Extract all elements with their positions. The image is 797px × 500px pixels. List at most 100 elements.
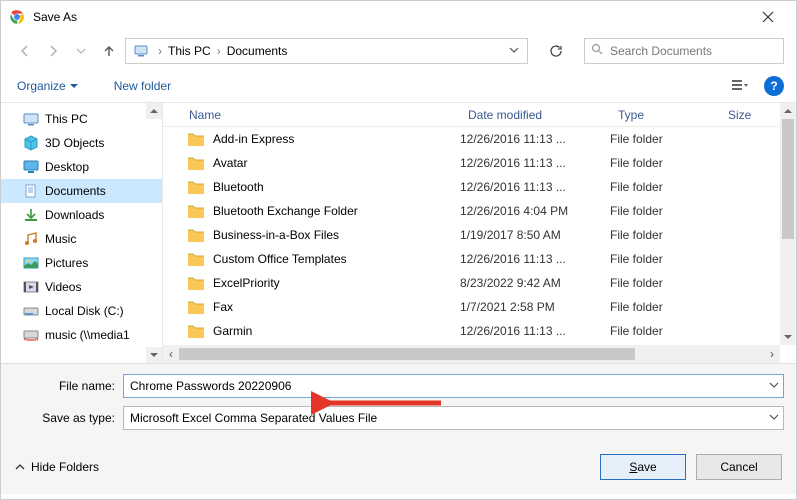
tree-item[interactable]: This PC <box>1 107 162 131</box>
column-type[interactable]: Type <box>610 108 720 122</box>
file-date: 1/7/2021 2:58 PM <box>460 300 610 314</box>
tree-item-label: Documents <box>45 184 106 198</box>
tree-scroll-down[interactable] <box>146 347 162 363</box>
breadcrumb-documents[interactable]: Documents <box>225 44 290 58</box>
file-date: 12/26/2016 4:04 PM <box>460 204 610 218</box>
file-date: 1/19/2017 8:50 AM <box>460 228 610 242</box>
filename-field[interactable] <box>130 379 777 393</box>
file-type: File folder <box>610 252 720 266</box>
main-area: This PC 3D Objects Desktop Documents Downloa… <box>1 103 796 363</box>
scroll-up-icon[interactable] <box>780 103 796 119</box>
tree-item[interactable]: 3D Objects <box>1 131 162 155</box>
folder-icon <box>187 130 205 148</box>
saveastype-value: Microsoft Excel Comma Separated Values F… <box>130 411 377 425</box>
file-row[interactable]: ExcelPriority8/23/2022 9:42 AMFile folde… <box>163 271 796 295</box>
hide-folders-button[interactable]: Hide Folders <box>15 460 99 474</box>
file-row[interactable]: Fax1/7/2021 2:58 PMFile folder <box>163 295 796 319</box>
tree-item[interactable]: Local Disk (C:) <box>1 299 162 323</box>
organize-button[interactable]: Organize <box>13 75 82 97</box>
save-button[interactable]: Save <box>600 454 686 480</box>
tree-item[interactable]: Pictures <box>1 251 162 275</box>
column-name[interactable]: Name <box>163 108 460 122</box>
help-button[interactable]: ? <box>764 76 784 96</box>
tree-item[interactable]: Documents <box>1 179 162 203</box>
downloads-icon <box>23 207 39 223</box>
saveastype-label: Save as type: <box>13 411 123 425</box>
pictures-icon <box>23 255 39 271</box>
file-row[interactable]: Business-in-a-Box Files1/19/2017 8:50 AM… <box>163 223 796 247</box>
tree-item-label: Videos <box>45 280 81 294</box>
up-button[interactable] <box>97 39 121 63</box>
horizontal-scrollbar[interactable]: ‹ › <box>163 345 780 363</box>
search-placeholder: Search Documents <box>610 44 712 58</box>
file-row[interactable]: Bluetooth Exchange Folder12/26/2016 4:04… <box>163 199 796 223</box>
file-date: 12/26/2016 11:13 ... <box>460 180 610 194</box>
scroll-right-icon[interactable]: › <box>764 347 780 361</box>
address-bar[interactable]: › This PC › Documents <box>125 38 528 64</box>
tree-scroll-up[interactable] <box>146 103 162 119</box>
chrome-icon <box>9 9 25 25</box>
pc-icon <box>132 42 150 60</box>
scroll-down-icon[interactable] <box>780 329 796 345</box>
filename-input[interactable] <box>123 374 784 398</box>
tree-item[interactable]: Desktop <box>1 155 162 179</box>
tree-item-label: Desktop <box>45 160 89 174</box>
saveastype-select[interactable]: Microsoft Excel Comma Separated Values F… <box>123 406 784 430</box>
view-options-button[interactable] <box>726 74 754 98</box>
tree-item-label: This PC <box>45 112 88 126</box>
folder-icon <box>187 226 205 244</box>
hscroll-thumb[interactable] <box>179 348 635 360</box>
file-type: File folder <box>610 324 720 338</box>
file-type: File folder <box>610 156 720 170</box>
3d-icon <box>23 135 39 151</box>
file-row[interactable]: Avatar12/26/2016 11:13 ...File folder <box>163 151 796 175</box>
chevron-right-icon: › <box>213 44 225 58</box>
file-type: File folder <box>610 180 720 194</box>
file-name: Bluetooth Exchange Folder <box>213 204 460 218</box>
tree-item[interactable]: Videos <box>1 275 162 299</box>
file-date: 12/26/2016 11:13 ... <box>460 156 610 170</box>
scroll-left-icon[interactable]: ‹ <box>163 347 179 361</box>
chevron-right-icon: › <box>154 44 166 58</box>
file-row[interactable]: Garmin12/26/2016 11:13 ...File folder <box>163 319 796 343</box>
chevron-down-icon[interactable] <box>769 379 779 393</box>
netdrive-icon <box>23 327 39 343</box>
tree-item-label: Music <box>45 232 76 246</box>
column-headers: Name Date modified Type Size <box>163 103 796 127</box>
tree-item[interactable]: Music <box>1 227 162 251</box>
new-folder-button[interactable]: New folder <box>110 75 175 97</box>
scrollbar-thumb[interactable] <box>782 119 794 239</box>
recent-dropdown[interactable] <box>69 39 93 63</box>
file-type: File folder <box>610 276 720 290</box>
column-date[interactable]: Date modified <box>460 108 610 122</box>
breadcrumb-this-pc[interactable]: This PC <box>166 44 213 58</box>
refresh-button[interactable] <box>540 38 572 64</box>
tree-item-label: Local Disk (C:) <box>45 304 124 318</box>
chevron-down-icon[interactable] <box>769 411 779 425</box>
search-input[interactable]: Search Documents <box>584 38 784 64</box>
tree-item[interactable]: Downloads <box>1 203 162 227</box>
pc-icon <box>23 111 39 127</box>
folder-icon <box>187 178 205 196</box>
file-row[interactable]: Add-in Express12/26/2016 11:13 ...File f… <box>163 127 796 151</box>
file-name: Custom Office Templates <box>213 252 460 266</box>
navigation-bar: › This PC › Documents Search Documents <box>1 33 796 69</box>
tree-item-label: Pictures <box>45 256 88 270</box>
file-name: Business-in-a-Box Files <box>213 228 460 242</box>
forward-button[interactable] <box>41 39 65 63</box>
address-dropdown[interactable] <box>503 44 525 58</box>
file-row[interactable]: Custom Office Templates12/26/2016 11:13 … <box>163 247 796 271</box>
file-name: Add-in Express <box>213 132 460 146</box>
cancel-button[interactable]: Cancel <box>696 454 782 480</box>
tree-item-label: music (\\media1 <box>45 328 130 342</box>
close-button[interactable] <box>748 3 788 31</box>
folder-icon <box>187 154 205 172</box>
vertical-scrollbar[interactable] <box>780 103 796 345</box>
title-bar: Save As <box>1 1 796 33</box>
toolbar: Organize New folder ? <box>1 69 796 103</box>
tree-item[interactable]: music (\\media1 <box>1 323 162 347</box>
file-row[interactable]: Bluetooth12/26/2016 11:13 ...File folder <box>163 175 796 199</box>
column-size[interactable]: Size <box>720 108 780 122</box>
back-button[interactable] <box>13 39 37 63</box>
folder-icon <box>187 202 205 220</box>
